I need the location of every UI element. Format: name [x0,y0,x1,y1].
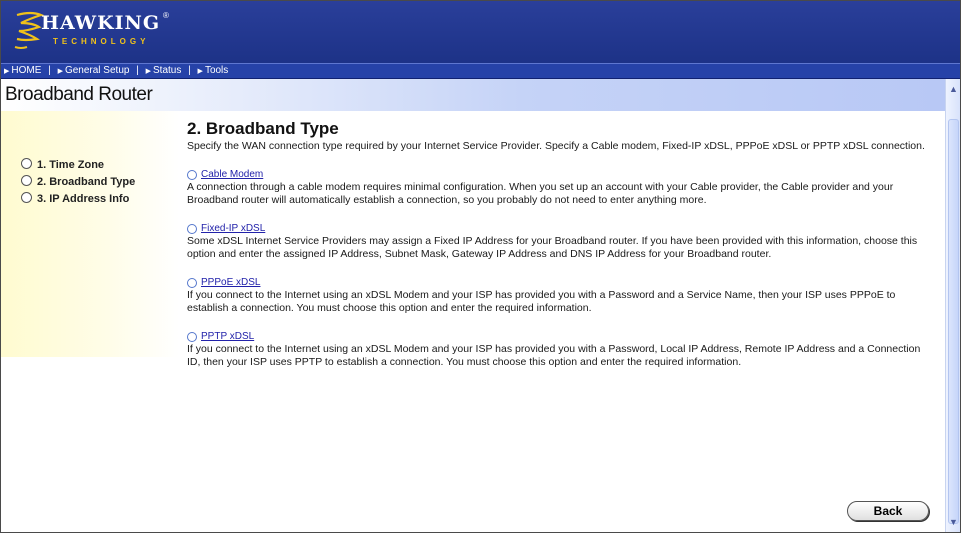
sidebar-item-time-zone[interactable]: 1. Time Zone [21,158,104,171]
option-description: Some xDSL Internet Service Providers may… [187,235,918,260]
nav-arrow-icon: ▶ [145,68,152,75]
logo-registered-mark: ® [163,11,169,20]
nav-arrow-icon: ▶ [197,68,203,75]
pptp-xdsl-link[interactable]: PPTP xDSL [201,330,254,343]
radio-icon[interactable] [21,192,32,203]
radio-icon[interactable] [21,175,32,186]
radio-button[interactable] [187,331,197,342]
section-title: 2. Broadband Type [187,119,339,138]
sidebar-item-label: 1. Time Zone [37,159,105,171]
nav-separator: | [48,65,51,76]
hawking-logo[interactable]: HAWKING ® TECHNOLOGY [11,9,179,55]
option-pptp-xdsl: PPTP xDSL If you connect to the Internet… [187,330,933,369]
scroll-thumb[interactable] [948,119,959,524]
option-fixed-ip-xdsl: Fixed-IP xDSL Some xDSL Internet Service… [187,222,933,261]
nav-arrow-icon: ▶ [57,68,63,75]
fixed-ip-xdsl-link[interactable]: Fixed-IP xDSL [201,222,265,235]
sidebar-item-broadband-type[interactable]: 2. Broadband Type [21,175,135,188]
logo-tagline: TECHNOLOGY [53,37,150,46]
nav-general-setup[interactable]: General Setup [65,65,130,76]
nav-arrow-icon: ▶ [4,68,10,75]
sidebar: 1. Time Zone 2. Broadband Type 3. IP Add… [1,111,179,357]
radio-button[interactable] [187,277,197,288]
vertical-scrollbar[interactable]: ▲ ▼ [945,79,960,532]
nav-separator: | [136,65,139,76]
header-banner: HAWKING ® TECHNOLOGY [1,1,960,63]
nav-status[interactable]: Status [153,65,181,76]
scroll-down-arrow-icon[interactable]: ▼ [946,515,960,530]
option-description: If you connect to the Internet using an … [187,289,896,314]
sidebar-item-label: 3. IP Address Info [37,193,130,205]
page-title-bar: Broadband Router [1,79,945,111]
sidebar-item-label: 2. Broadband Type [37,176,136,188]
radio-button[interactable] [187,223,197,234]
option-description: If you connect to the Internet using an … [187,343,921,368]
cable-modem-link[interactable]: Cable Modem [201,168,263,181]
hawk-logo-icon [14,11,45,49]
option-pppoe-xdsl: PPPoE xDSL If you connect to the Interne… [187,276,933,315]
main-content: 2. Broadband Type Specify the WAN connec… [187,119,933,369]
radio-icon[interactable] [21,158,32,169]
page-title: Broadband Router [5,84,153,105]
pppoe-xdsl-link[interactable]: PPPoE xDSL [201,276,260,289]
nav-home[interactable]: HOME [11,65,41,76]
scroll-up-arrow-icon[interactable]: ▲ [946,82,960,97]
option-cable-modem: Cable Modem A connection through a cable… [187,168,933,207]
section-description: Specify the WAN connection type required… [187,140,925,152]
back-button[interactable]: Back [847,501,929,521]
sidebar-item-ip-address-info[interactable]: 3. IP Address Info [21,192,129,205]
nav-tools[interactable]: Tools [205,65,228,76]
radio-button[interactable] [187,169,197,180]
option-description: A connection through a cable modem requi… [187,181,894,206]
logo-wordmark: HAWKING [41,12,161,34]
top-nav: ▶ HOME | ▶ General Setup | ▶ Status | ▶ Tool… [1,63,960,79]
browser-frame: HAWKING ® TECHNOLOGY ▶ HOME | ▶ General Se… [0,0,961,533]
nav-separator: | [188,65,191,76]
